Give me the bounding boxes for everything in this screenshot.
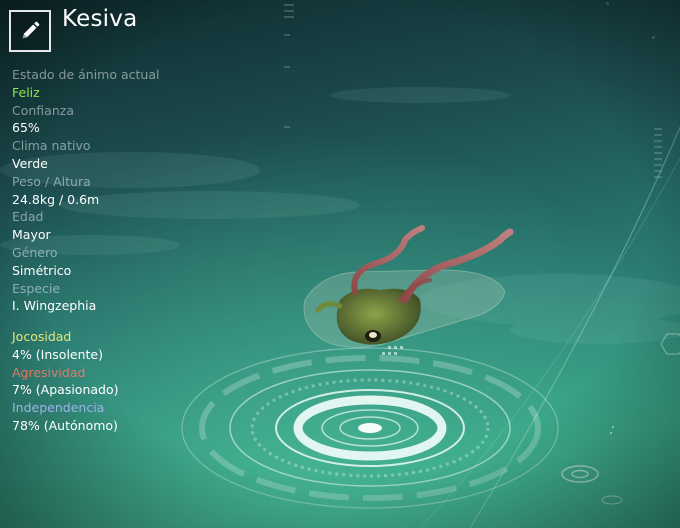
stat-label: Confianza <box>12 102 74 118</box>
stat-label: Género <box>12 244 58 260</box>
trait-value: 78% (Autónomo) <box>12 417 118 433</box>
stat-value: 65% <box>12 120 40 136</box>
stat-gender: Género Simétrico <box>12 244 159 280</box>
edit-name-button[interactable] <box>9 10 51 52</box>
stat-value: I. Wingzephia <box>12 298 97 314</box>
trait-independence: Independencia 78% (Autónomo) <box>12 399 119 435</box>
stat-value: 24.8kg / 0.6m <box>12 191 100 207</box>
trait-label: Independencia <box>12 400 105 416</box>
stat-label: Especie <box>12 280 61 296</box>
stat-label: Edad <box>12 209 44 225</box>
trait-label: Agresividad <box>12 364 86 380</box>
stat-species: Especie I. Wingzephia <box>12 280 159 316</box>
stat-value: Simétrico <box>12 262 72 278</box>
stats-panel: Estado de ánimo actual Feliz Confianza 6… <box>12 66 159 315</box>
stat-trust: Confianza 65% <box>12 102 159 138</box>
trait-aggression: Agresividad 7% (Apasionado) <box>12 364 119 400</box>
stat-age: Edad Mayor <box>12 208 159 244</box>
trait-playfulness: Jocosidad 4% (Insolente) <box>12 328 119 364</box>
creature-name: Kesiva <box>62 6 138 32</box>
stat-value: Verde <box>12 155 48 171</box>
stat-value: Feliz <box>12 84 40 100</box>
stat-weight-height: Peso / Altura 24.8kg / 0.6m <box>12 173 159 209</box>
stat-mood: Estado de ánimo actual Feliz <box>12 66 159 102</box>
stat-label: Clima nativo <box>12 138 91 154</box>
stat-climate: Clima nativo Verde <box>12 137 159 173</box>
stat-label: Estado de ánimo actual <box>12 67 160 82</box>
traits-panel: Jocosidad 4% (Insolente) Agresividad 7% … <box>12 328 119 435</box>
trait-value: 7% (Apasionado) <box>12 382 119 398</box>
trait-label: Jocosidad <box>12 329 72 344</box>
trait-value: 4% (Insolente) <box>12 346 104 362</box>
stat-value: Mayor <box>12 227 51 243</box>
stat-label: Peso / Altura <box>12 173 91 189</box>
pencil-icon <box>22 21 40 39</box>
